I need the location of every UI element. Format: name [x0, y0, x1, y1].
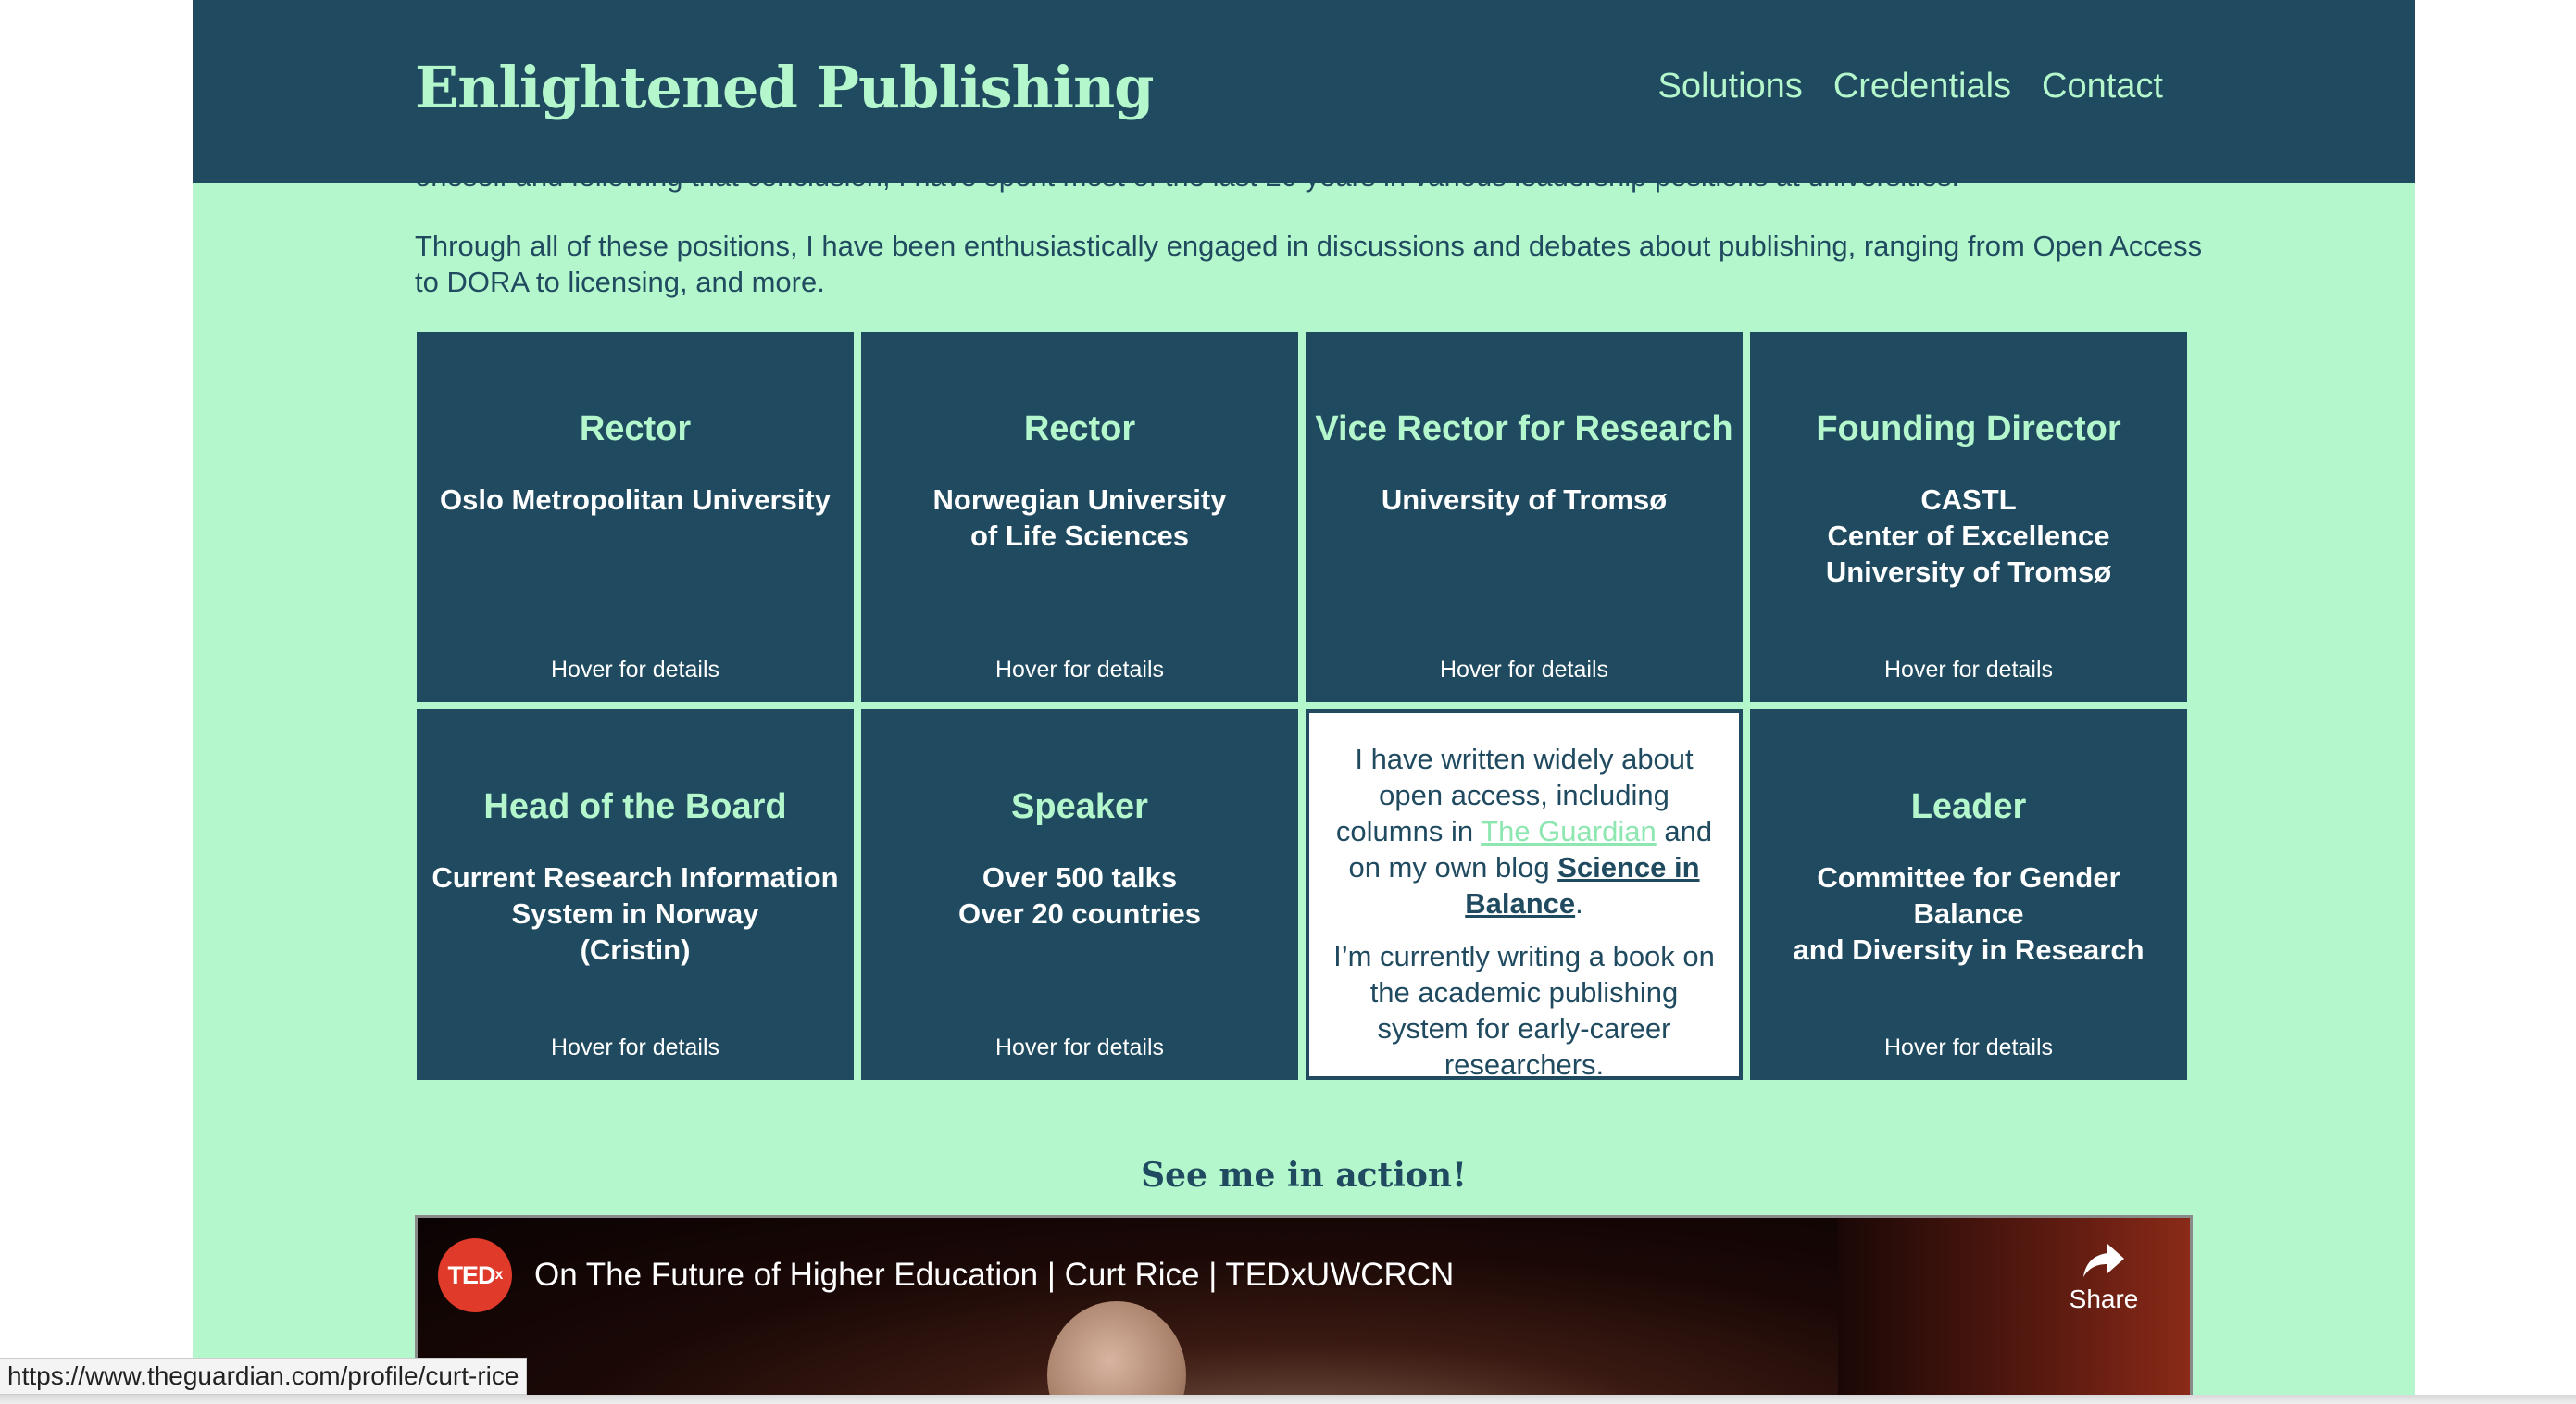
card-role: Founding Director	[1816, 409, 2121, 448]
writing-paragraph: I have written widely about open access,…	[1330, 741, 1719, 921]
card-org: Oslo Metropolitan University	[439, 483, 831, 516]
share-icon	[2083, 1244, 2124, 1277]
card-hint: Hover for details	[1883, 657, 2054, 683]
credential-card-vice-rector[interactable]: Vice Rector for Research University of T…	[1306, 332, 1743, 702]
card-org: Current Research Information System in N…	[431, 861, 839, 966]
video-title[interactable]: On The Future of Higher Education | Curt…	[534, 1257, 1454, 1294]
nav-contact[interactable]: Contact	[2042, 67, 2163, 107]
credential-card-head-of-board[interactable]: Head of the Board Current Research Infor…	[417, 709, 854, 1080]
intro-paragraph: Through all of these positions, I have b…	[415, 230, 2203, 298]
card-hint: Hover for details	[994, 657, 1165, 683]
card-org: CASTL Center of Excellence University of…	[1825, 483, 2112, 588]
ted-badge-text: TED	[447, 1260, 496, 1289]
video-embed[interactable]: TED x On The Future of Higher Education |…	[415, 1215, 2193, 1404]
card-org: Norwegian University of Life Sciences	[932, 483, 1227, 552]
browser-status-url: https://www.theguardian.com/profile/curt…	[0, 1358, 528, 1395]
ted-channel-icon[interactable]: TED x	[438, 1238, 512, 1312]
guardian-link[interactable]: The Guardian	[1481, 815, 1657, 847]
ted-badge-sup: x	[494, 1267, 504, 1283]
credential-card-leader[interactable]: Leader Committee for Gender Balance and …	[1750, 709, 2187, 1080]
nav-solutions[interactable]: Solutions	[1657, 67, 1802, 107]
credentials-grid: Rector Oslo Metropolitan University Hove…	[417, 332, 2187, 1081]
card-hint: Hover for details	[1883, 1034, 2054, 1060]
card-role: Speaker	[1011, 787, 1148, 826]
share-label: Share	[2069, 1285, 2139, 1313]
card-role: Rector	[579, 409, 692, 448]
card-hint: Hover for details	[994, 1034, 1165, 1060]
credential-card-rector-oslomet[interactable]: Rector Oslo Metropolitan University Hove…	[417, 332, 854, 702]
share-button[interactable]: Share	[2062, 1242, 2145, 1314]
card-role: Leader	[1910, 787, 2027, 826]
book-paragraph: I’m currently writing a book on the acad…	[1333, 940, 1715, 1081]
card-role: Rector	[1023, 409, 1136, 448]
see-me-in-action-heading: See me in action!	[1141, 1156, 1467, 1195]
credential-card-founding-director[interactable]: Founding Director CASTL Center of Excell…	[1750, 332, 2187, 702]
writing-text: .	[1575, 887, 1583, 920]
page: Enlightened Publishing Solutions Credent…	[193, 0, 2415, 1404]
main-nav: Solutions Credentials Contact	[1657, 67, 2163, 107]
card-hint: Hover for details	[550, 1034, 720, 1060]
window-bottom-edge	[0, 1395, 2576, 1404]
site-header: Enlightened Publishing Solutions Credent…	[193, 0, 2415, 183]
card-role: Vice Rector for Research	[1315, 409, 1733, 448]
card-role: Head of the Board	[483, 787, 787, 826]
nav-credentials[interactable]: Credentials	[1833, 67, 2011, 107]
credential-card-speaker[interactable]: Speaker Over 500 talks Over 20 countries…	[861, 709, 1298, 1080]
card-org: University of Tromsø	[1381, 483, 1668, 516]
card-org: Committee for Gender Balance and Diversi…	[1793, 861, 2145, 966]
writing-card: I have written widely about open access,…	[1306, 709, 1743, 1081]
card-org: Over 500 talks Over 20 countries	[958, 861, 1201, 930]
card-hint: Hover for details	[550, 657, 720, 683]
site-logo[interactable]: Enlightened Publishing	[415, 54, 1155, 121]
credential-card-rector-nmbu[interactable]: Rector Norwegian University of Life Scie…	[861, 332, 1298, 702]
card-hint: Hover for details	[1439, 657, 1609, 683]
